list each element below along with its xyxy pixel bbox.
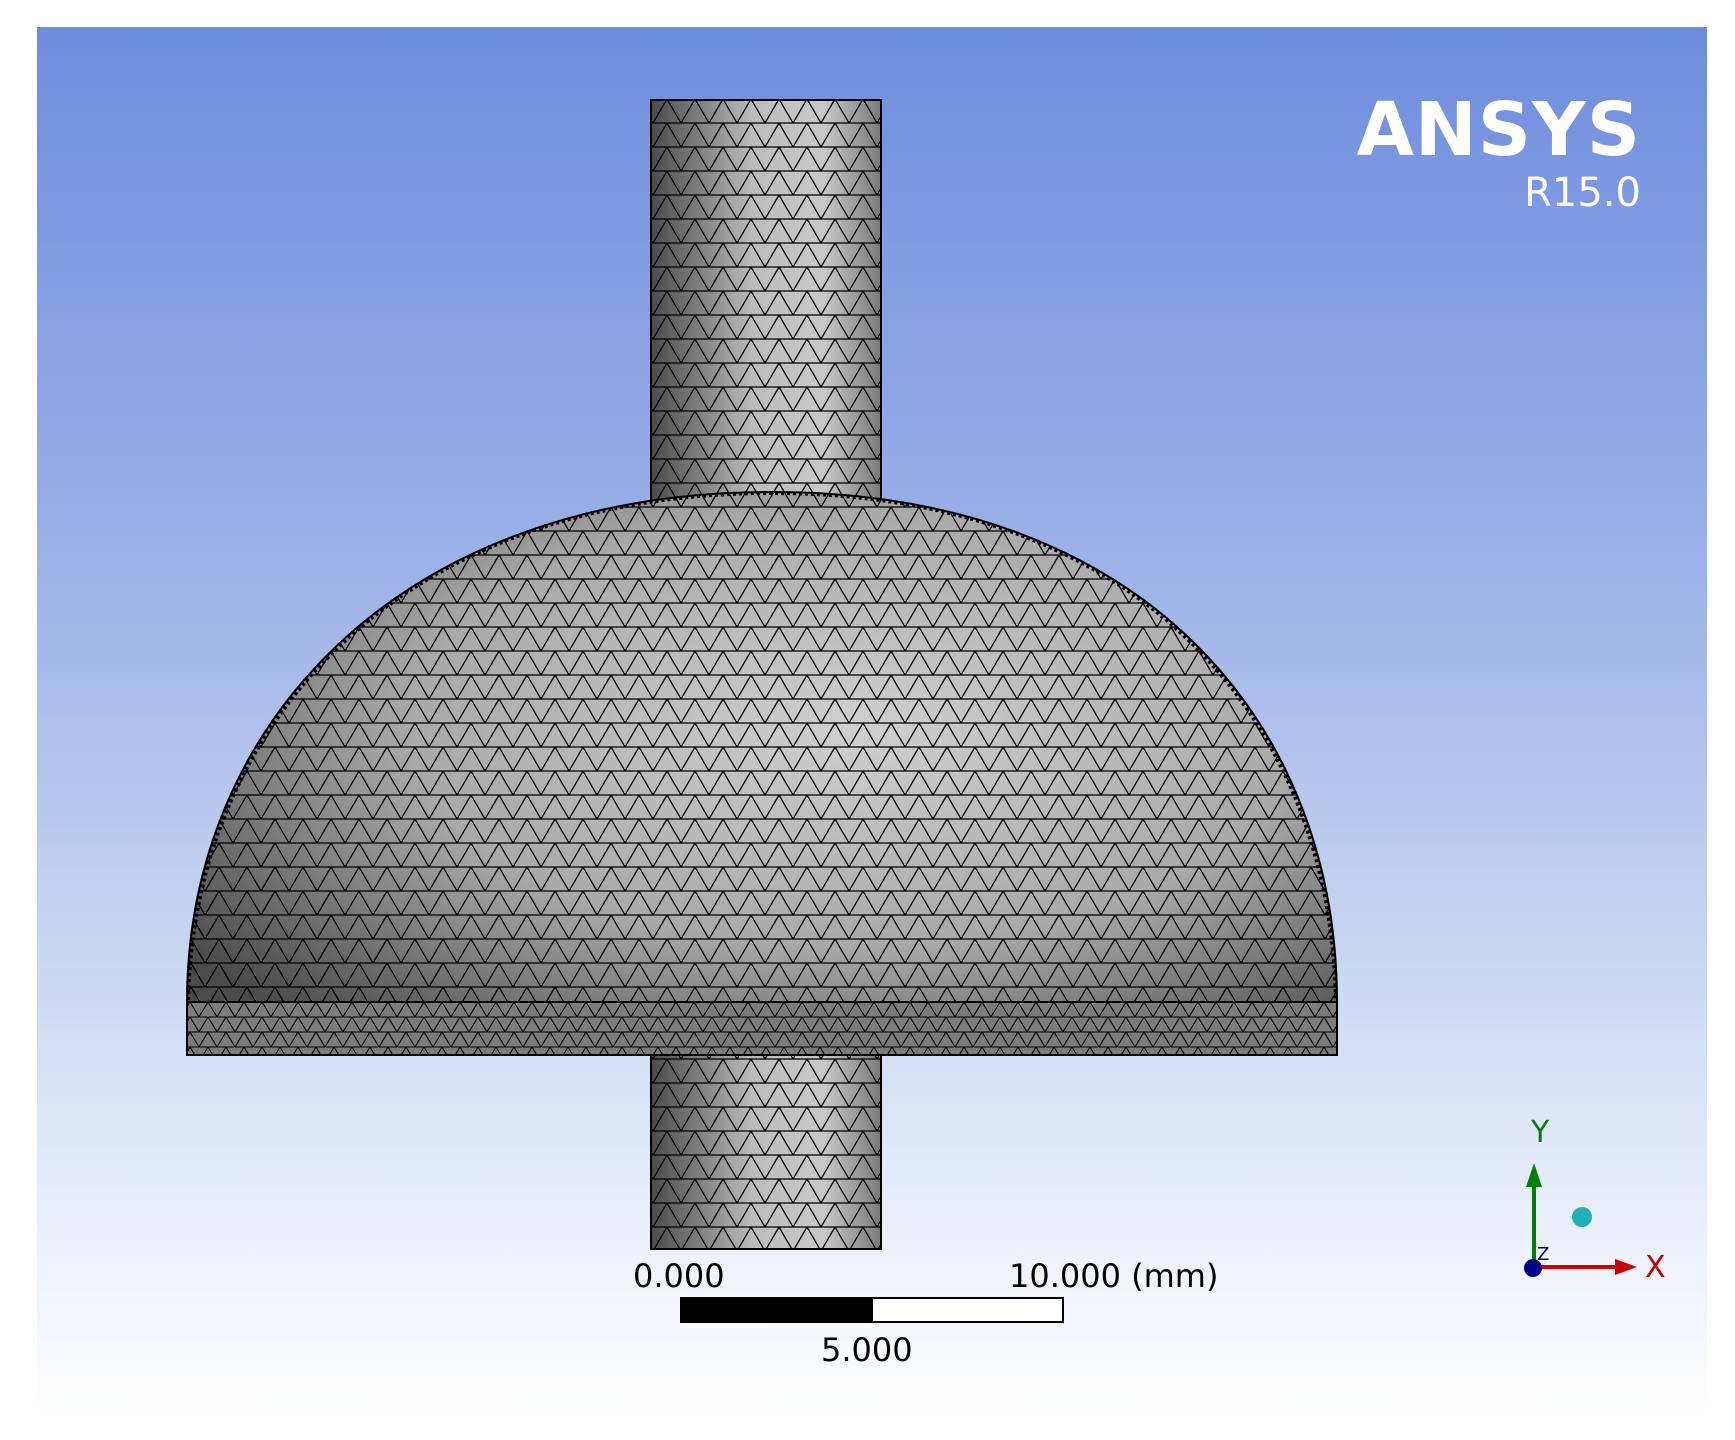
- ansys-logo: ANSYS R15.0: [1357, 89, 1641, 215]
- y-axis-arrowhead: [1526, 1163, 1542, 1187]
- graphics-viewport[interactable]: ANSYS R15.0 0.000 10.000 (mm) 5.000 Y X …: [37, 27, 1707, 1420]
- logo-version: R15.0: [1524, 170, 1641, 216]
- hemisphere-dome: [186, 490, 1338, 1056]
- scale-left-label: 0.000: [633, 1257, 725, 1295]
- logo-name: ANSYS: [1356, 87, 1641, 173]
- scale-mid-label: 5.000: [821, 1331, 913, 1369]
- iso-view-ball: [1572, 1207, 1592, 1227]
- x-axis-label: X: [1645, 1250, 1666, 1285]
- scale-bar: [680, 1297, 1064, 1323]
- z-axis-label: Z: [1537, 1244, 1550, 1265]
- mesh-model[interactable]: [37, 27, 1707, 1420]
- x-axis-arrowhead: [1615, 1259, 1637, 1275]
- y-axis-label: Y: [1531, 1115, 1550, 1150]
- scale-right-label: 10.000 (mm): [1009, 1257, 1219, 1295]
- upper-shaft: [650, 99, 882, 511]
- lower-shaft: [650, 1026, 882, 1250]
